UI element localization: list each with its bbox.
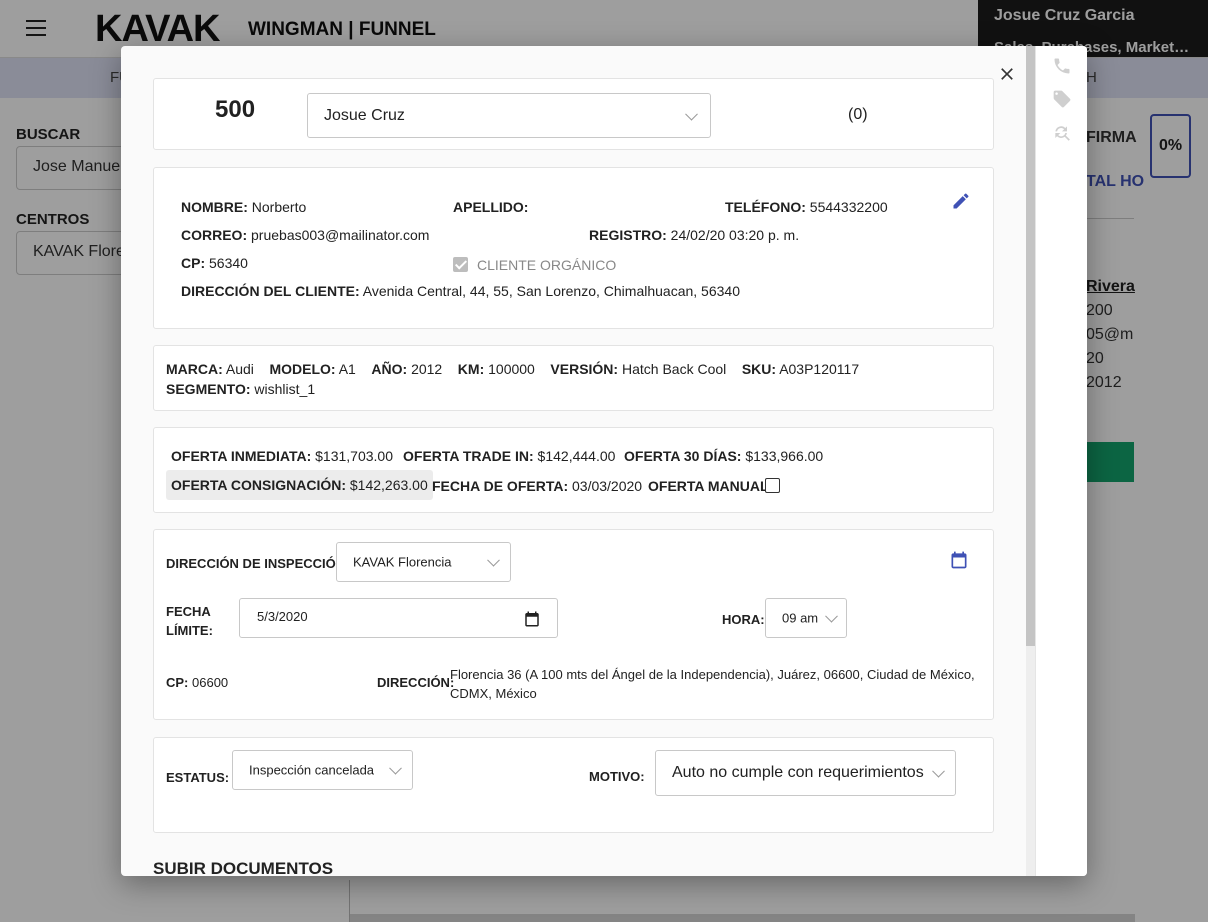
oferta-30dias-label: OFERTA 30 DÍAS: — [624, 448, 742, 464]
count-label: (0) — [848, 106, 868, 123]
estatus-value: Inspección cancelada — [249, 762, 375, 778]
version-value: Hatch Back Cool — [621, 361, 727, 377]
km-value: 100000 — [488, 361, 535, 377]
marca-label: MARCA: — [166, 361, 223, 377]
lead-detail-modal: 500 Josue Cruz (0) NOMBRE: Norberto APEL… — [121, 46, 1087, 876]
chevron-down-icon — [932, 764, 945, 778]
cp-label: CP: — [181, 255, 206, 271]
calendar-icon[interactable] — [949, 550, 969, 570]
chevron-down-icon — [389, 761, 402, 775]
calendar-icon[interactable] — [523, 610, 541, 628]
sku-label: SKU: — [741, 361, 777, 377]
direccion-line: CDMX, México — [450, 686, 537, 701]
fecha-oferta-label: FECHA DE OFERTA: — [432, 478, 569, 494]
fecha-oferta-value: 03/03/2020 — [572, 478, 643, 494]
direccion-inspeccion-select[interactable]: KAVAK Florencia — [336, 542, 511, 582]
client-info-card: NOMBRE: Norberto APELLIDO: TELÉFONO: 554… — [153, 167, 994, 329]
estatus-select[interactable]: Inspección cancelada — [232, 750, 413, 790]
sku-value: A03P120117 — [779, 361, 860, 377]
registro-value: 24/02/20 03:20 p. m. — [670, 227, 800, 243]
oferta-manual-checkbox[interactable] — [765, 478, 780, 493]
direccion-cliente-label: DIRECCIÓN DEL CLIENTE: — [181, 283, 360, 299]
anio-value: 2012 — [411, 361, 443, 377]
upload-documents-title: SUBIR DOCUMENTOS — [153, 859, 334, 876]
edit-icon[interactable] — [951, 191, 971, 211]
nombre-label: NOMBRE: — [181, 199, 248, 215]
oferta-inmediata-value: $131,703.00 — [315, 448, 393, 464]
phone-icon[interactable] — [1052, 56, 1072, 76]
hora-select[interactable]: 09 am — [765, 598, 847, 638]
chevron-down-icon — [825, 609, 838, 623]
oferta-tradein-value: $142,444.00 — [537, 448, 616, 464]
motivo-select[interactable]: Auto no cumple con requerimientos — [655, 750, 956, 796]
oferta-consignacion-value: $142,263.00 — [349, 477, 428, 493]
inspeccion-cp-label: CP: — [166, 675, 189, 690]
oferta-tradein-label: OFERTA TRADE IN: — [403, 448, 534, 464]
tag-icon[interactable] — [1052, 89, 1072, 109]
offers-card: OFERTA INMEDIATA: $131,703.00 OFERTA TRA… — [153, 427, 994, 513]
apellido-label: APELLIDO: — [453, 199, 529, 215]
oferta-consignacion-label: OFERTA CONSIGNACIÓN: — [171, 477, 346, 493]
km-label: KM: — [457, 361, 485, 377]
oferta-inmediata-label: OFERTA INMEDIATA: — [171, 448, 312, 464]
direccion-inspeccion-label: DIRECCIÓN DE INSPECCIÓN: — [166, 556, 350, 571]
correo-value: pruebas003@mailinator.com — [251, 227, 430, 243]
lead-header-card: 500 Josue Cruz (0) — [153, 78, 994, 150]
hora-label: HORA: — [722, 612, 765, 627]
segmento-label: SEGMENTO: — [166, 381, 251, 397]
hora-value: 09 am — [782, 610, 819, 626]
direccion-cliente-value: Avenida Central, 44, 55, San Lorenzo, Ch… — [362, 283, 740, 299]
oferta-manual-label: OFERTA MANUAL — [648, 478, 769, 494]
agent-select[interactable]: Josue Cruz — [307, 93, 711, 138]
motivo-value: Auto no cumple con requerimientos — [672, 764, 924, 781]
modal-side-actions — [1035, 46, 1087, 876]
modelo-label: MODELO: — [269, 361, 336, 377]
direccion-inspeccion-value: KAVAK Florencia — [353, 554, 452, 570]
agent-select-value: Josue Cruz — [324, 106, 405, 124]
registro-label: REGISTRO: — [589, 227, 667, 243]
chevron-down-icon — [685, 107, 698, 121]
nombre-value: Norberto — [251, 199, 307, 215]
correo-label: CORREO: — [181, 227, 248, 243]
segmento-value: wishlist_1 — [254, 381, 316, 397]
telefono-value: 5544332200 — [809, 199, 888, 215]
version-label: VERSIÓN: — [550, 361, 619, 377]
fecha-limite-input[interactable]: 5/3/2020 — [239, 598, 558, 638]
oferta-consignacion-chip[interactable]: OFERTA CONSIGNACIÓN: $142,263.00 — [166, 470, 433, 500]
cliente-organico-checkbox[interactable] — [453, 257, 468, 272]
direccion-line: Florencia 36 (A 100 mts del Ángel de la … — [450, 667, 975, 682]
scrollbar-thumb[interactable] — [1026, 46, 1035, 646]
inspeccion-cp-value: 06600 — [192, 675, 229, 690]
motivo-label: MOTIVO: — [589, 769, 645, 784]
chevron-down-icon — [487, 553, 500, 567]
telefono-label: TELÉFONO: — [725, 199, 806, 215]
close-icon[interactable] — [997, 64, 1017, 84]
cp-value: 56340 — [209, 255, 248, 271]
estatus-label: ESTATUS: — [166, 770, 230, 785]
anio-label: AÑO: — [371, 361, 408, 377]
inspection-card: DIRECCIÓN DE INSPECCIÓN: KAVAK Florencia… — [153, 529, 994, 720]
marca-value: Audi — [225, 361, 254, 377]
inspeccion-direccion-label: DIRECCIÓN: — [377, 675, 455, 690]
oferta-30dias-value: $133,966.00 — [745, 448, 824, 464]
modal-scrollbar[interactable] — [1026, 46, 1035, 876]
fecha-limite-value: 5/3/2020 — [257, 609, 308, 624]
car-info-card: MARCA: Audi MODELO: A1 AÑO: 2012 KM: 100… — [153, 345, 994, 411]
fecha-limite-label: FECHA LÍMITE: — [166, 602, 213, 640]
search-refresh-icon[interactable] — [1052, 123, 1072, 143]
modal-content: 500 Josue Cruz (0) NOMBRE: Norberto APEL… — [121, 46, 1026, 876]
cliente-organico-label: CLIENTE ORGÁNICO — [477, 257, 617, 273]
inspeccion-direccion-value: Florencia 36 (A 100 mts del Ángel de la … — [450, 665, 985, 703]
fecha-limite-label-line: LÍMITE: — [166, 623, 213, 638]
modelo-value: A1 — [338, 361, 356, 377]
status-card: ESTATUS: Inspección cancelada MOTIVO: Au… — [153, 737, 994, 833]
lead-number: 500 — [215, 96, 256, 123]
fecha-limite-label-line: FECHA — [166, 604, 211, 619]
